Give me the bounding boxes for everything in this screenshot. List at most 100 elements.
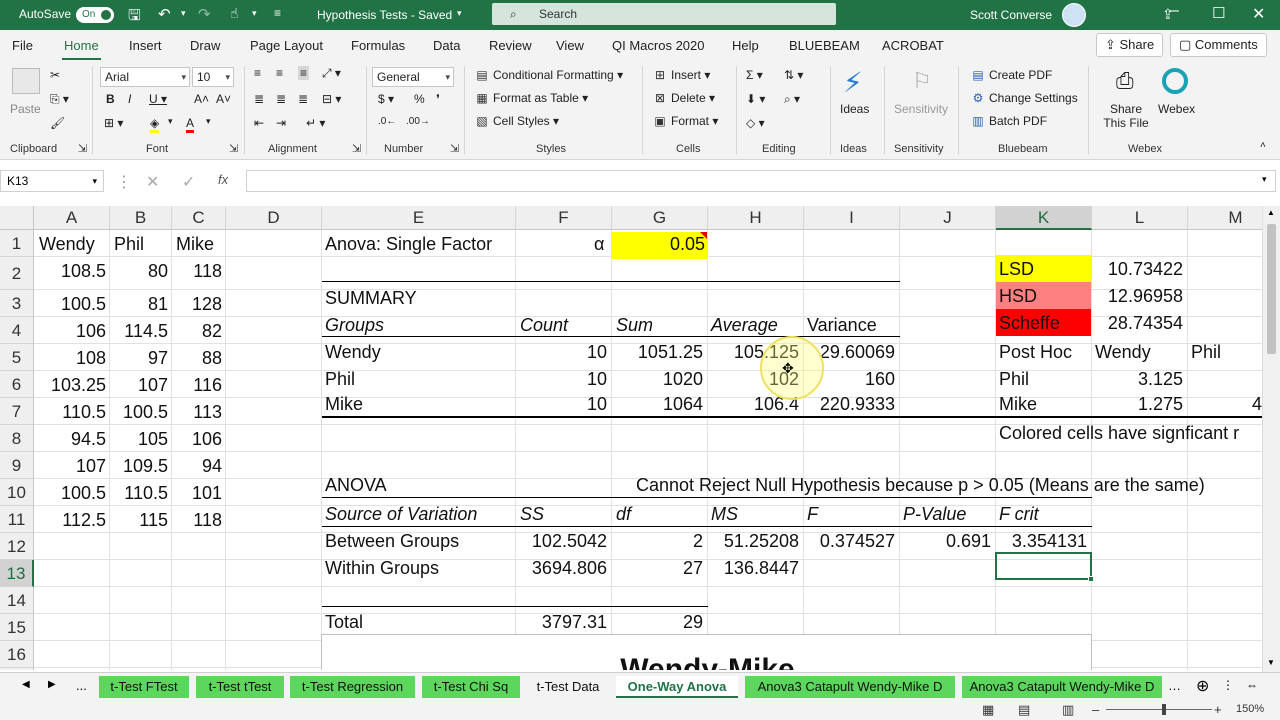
column-header-m[interactable]: M	[1188, 206, 1262, 230]
tab-insert[interactable]: Insert	[129, 38, 162, 53]
row-header-9[interactable]: 9	[0, 452, 34, 479]
share-button[interactable]: ⇪ Share	[1096, 33, 1164, 57]
row-header-16[interactable]: 16	[0, 641, 34, 668]
font-size-select[interactable]: 10 ▾	[192, 67, 234, 87]
change-settings-button[interactable]: ⚙ Change Settings	[970, 91, 1078, 105]
sheet-tab-ttest[interactable]: t-Test tTest	[196, 676, 284, 698]
cell-styles-button[interactable]: ▧ Cell Styles ▾	[474, 114, 559, 128]
row-header-15[interactable]: 15	[0, 614, 34, 641]
page-break-view-icon[interactable]: ▥	[1062, 702, 1074, 718]
zoom-out-icon[interactable]: –	[1092, 702, 1099, 717]
redo-icon[interactable]: ↷	[198, 5, 211, 23]
alpha-value[interactable]: 0.05	[611, 234, 705, 254]
webex-icon[interactable]	[1162, 68, 1188, 94]
tab-bluebeam[interactable]: BLUEBEAM	[789, 38, 860, 53]
dialog-launcher-icon[interactable]: ⇲	[352, 142, 361, 155]
chevron-down-icon[interactable]: ▾	[206, 116, 211, 127]
tab-draw[interactable]: Draw	[190, 38, 220, 53]
cancel-icon[interactable]: ✕	[146, 172, 159, 192]
align-bottom-icon[interactable]: ≡	[298, 66, 310, 80]
tab-review[interactable]: Review	[489, 38, 532, 53]
worksheet-grid[interactable]: ABCDEFGHIJKLM 1234567891011121314151617 …	[0, 206, 1262, 670]
column-header-a[interactable]: A	[34, 206, 110, 230]
tab-split-icon[interactable]: ⋮	[1222, 678, 1234, 692]
row-header-11[interactable]: 11	[0, 506, 34, 533]
save-icon[interactable]: 🖫	[128, 5, 141, 30]
row-header-1[interactable]: 1	[0, 230, 34, 257]
scroll-thumb[interactable]	[1267, 224, 1276, 354]
row-header-12[interactable]: 12	[0, 533, 34, 560]
row-header-7[interactable]: 7	[0, 398, 34, 425]
collapse-ribbon-icon[interactable]: ˄	[1260, 140, 1266, 151]
number-format-select[interactable]: General ▾	[372, 67, 454, 87]
decrease-indent-icon[interactable]: ⇤	[254, 116, 264, 130]
row-header-8[interactable]: 8	[0, 425, 34, 452]
customize-qat-icon[interactable]: ≡	[274, 6, 281, 20]
copy-icon[interactable]: ⎘ ▾	[50, 92, 69, 107]
normal-view-icon[interactable]: ▦	[982, 702, 994, 718]
sheet-tab-one-way-anova[interactable]: One-Way Anova	[616, 676, 738, 698]
insert-function-icon[interactable]: fx	[218, 172, 228, 187]
tab-acrobat[interactable]: ACROBAT	[882, 38, 944, 53]
dialog-launcher-icon[interactable]: ⇲	[229, 142, 238, 155]
decrease-font-icon[interactable]: A˅	[216, 92, 231, 106]
scroll-down-icon[interactable]: ▼	[1267, 658, 1275, 667]
zoom-in-icon[interactable]: +	[1214, 702, 1222, 717]
merge-center-icon[interactable]: ⊟ ▾	[322, 92, 341, 106]
more-icon[interactable]: ⋮	[116, 172, 132, 192]
close-icon[interactable]: ✕	[1252, 4, 1265, 24]
tab-page-layout[interactable]: Page Layout	[250, 38, 323, 53]
maximize-icon[interactable]: ☐	[1212, 4, 1225, 22]
ideas-icon[interactable]: ⚡	[843, 66, 863, 99]
more-sheets-button[interactable]: ...	[76, 678, 87, 693]
find-select-icon[interactable]: ⌕ ▾	[784, 92, 800, 107]
decrease-decimal-icon[interactable]: .00→	[406, 116, 430, 127]
row-header-4[interactable]: 4	[0, 317, 34, 344]
window-minimize-icon[interactable]: –	[1170, 2, 1179, 20]
vertical-scrollbar[interactable]: ▲ ▼	[1262, 206, 1280, 672]
avatar[interactable]	[1062, 3, 1086, 27]
row-header-13[interactable]: 13	[0, 560, 34, 587]
create-pdf-button[interactable]: ▤ Create PDF	[970, 68, 1052, 82]
autosum-icon[interactable]: Σ ▾	[746, 68, 763, 82]
undo-icon[interactable]: ↶	[158, 5, 171, 23]
delete-cells-button[interactable]: ⊠ Delete ▾	[652, 91, 715, 105]
sheet-tab-anova3-2[interactable]: Anova3 Catapult Wendy-Mike D	[962, 676, 1162, 698]
chevron-down-icon[interactable]: ▾	[181, 8, 186, 19]
scroll-tabs-icon[interactable]: ⇔	[1246, 678, 1258, 692]
sheet-tab-anova3-1[interactable]: Anova3 Catapult Wendy-Mike D	[745, 676, 955, 698]
format-cells-button[interactable]: ▣ Format ▾	[652, 114, 718, 128]
enter-icon[interactable]: ✓	[182, 172, 195, 192]
share-this-file-button[interactable]: Share This File	[1098, 102, 1154, 130]
underline-icon[interactable]: U ▾	[149, 92, 167, 106]
page-layout-view-icon[interactable]: ▤	[1018, 702, 1030, 718]
wrap-text-icon[interactable]: ↵ ▾	[306, 116, 325, 130]
row-header-17[interactable]: 17	[0, 668, 34, 670]
autosave-toggle[interactable]: On	[76, 7, 114, 23]
paste-icon[interactable]	[12, 68, 40, 94]
borders-icon[interactable]: ⊞ ▾	[104, 116, 123, 130]
dialog-launcher-icon[interactable]: ⇲	[78, 142, 87, 155]
column-header-g[interactable]: G	[612, 206, 708, 230]
sheet-tab-chisq[interactable]: t-Test Chi Sq	[422, 676, 520, 698]
comments-button[interactable]: ▢ Comments	[1170, 33, 1267, 57]
row-header-5[interactable]: 5	[0, 344, 34, 371]
next-sheet-icon[interactable]: ▶	[48, 679, 56, 690]
expand-formula-icon[interactable]: ▾	[1262, 174, 1267, 185]
comma-icon[interactable]: ❜	[436, 92, 440, 106]
align-left-icon[interactable]: ≣	[254, 92, 264, 106]
prev-sheet-icon[interactable]: ◀	[22, 679, 30, 690]
column-header-k[interactable]: K	[996, 206, 1092, 230]
zoom-slider[interactable]	[1106, 709, 1212, 710]
column-header-b[interactable]: B	[110, 206, 172, 230]
format-painter-icon[interactable]: 🖌	[50, 116, 65, 130]
insert-cells-button[interactable]: ⊞ Insert ▾	[652, 68, 710, 82]
ideas-button[interactable]: Ideas	[840, 102, 869, 116]
add-sheet-icon[interactable]: ⊕	[1196, 676, 1209, 696]
column-header-c[interactable]: C	[172, 206, 226, 230]
fill-color-icon[interactable]: ◈	[150, 116, 160, 133]
increase-font-icon[interactable]: A˄	[194, 92, 209, 106]
row-header-3[interactable]: 3	[0, 290, 34, 317]
zoom-level[interactable]: 150%	[1236, 703, 1264, 715]
batch-pdf-button[interactable]: ▥ Batch PDF	[970, 114, 1047, 128]
